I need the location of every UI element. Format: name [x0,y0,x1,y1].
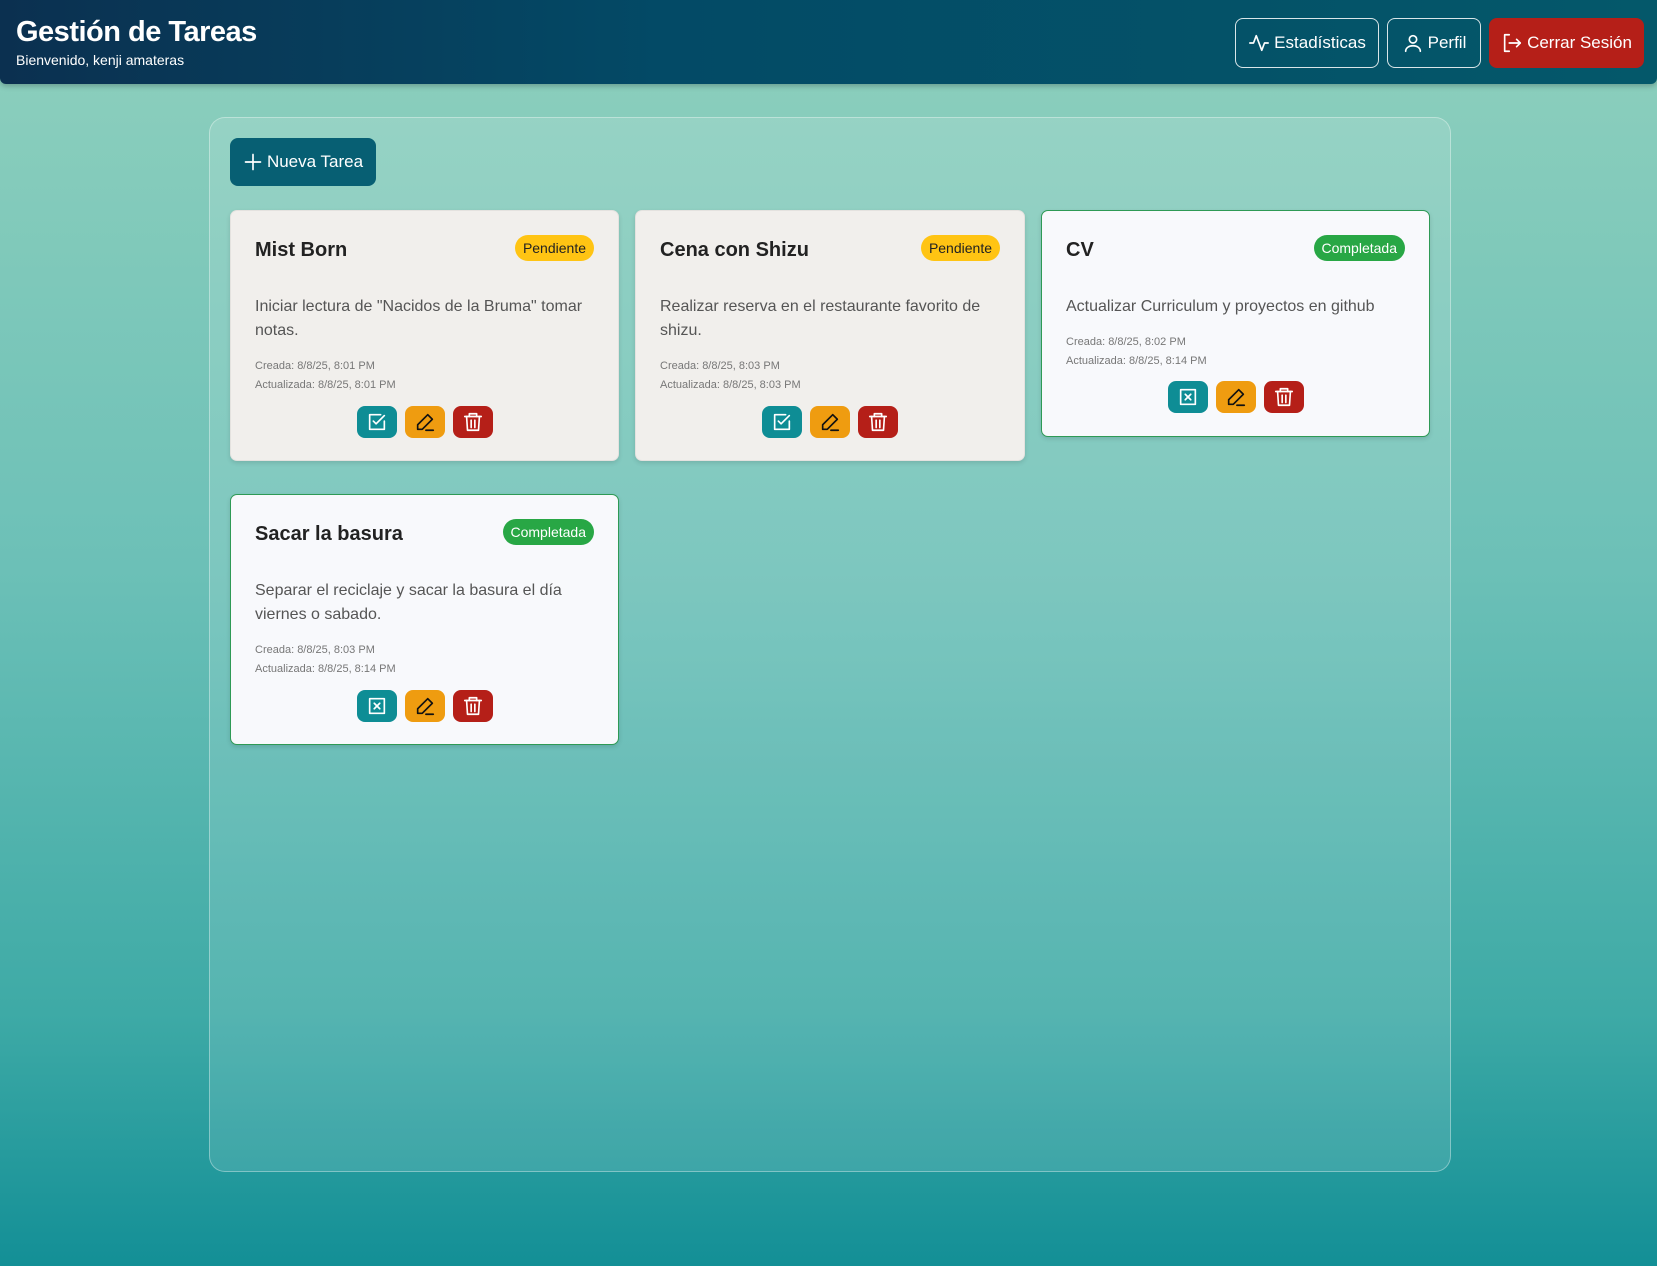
edit-task-button[interactable] [810,406,850,438]
activity-icon [1248,32,1270,54]
task-title: Sacar la basura [255,523,403,545]
status-badge: Completada [502,519,594,545]
task-title: Mist Born [255,239,348,261]
edit-task-button[interactable] [404,690,445,722]
status-badge: Pendiente [514,235,594,261]
delete-task-button[interactable] [1263,381,1304,413]
pencil-icon [1225,386,1247,408]
welcome-message: Bienvenido, kenji amateras [16,52,185,68]
task-card: Mist Born Pendiente Iniciar lectura de "… [230,210,619,461]
task-title: Cena con Shizu [660,239,809,261]
task-created-date: Creada: 8/8/25, 8:01 PM [255,360,375,372]
task-description: Separar el reciclaje y sacar la basura e… [255,582,562,623]
status-badge: Completada [1313,235,1405,261]
mark-pending-button[interactable] [356,690,397,722]
complete-task-button[interactable] [356,406,397,438]
task-actions [636,406,1024,438]
pencil-icon [819,411,841,433]
task-created-date: Creada: 8/8/25, 8:03 PM [255,644,375,656]
check-square-icon [366,411,388,433]
trash-icon [867,411,889,433]
trash-icon [462,695,484,717]
task-card: Sacar la basura Completada Separar el re… [230,494,619,745]
task-description: Actualizar Curriculum y proyectos en git… [1066,298,1375,315]
delete-task-button[interactable] [858,406,898,438]
logout-label: Cerrar Sesión [1527,33,1632,52]
task-updated-date: Actualizada: 8/8/25, 8:14 PM [1066,355,1207,367]
pencil-icon [414,411,436,433]
task-card: Cena con Shizu Pendiente Realizar reserv… [635,210,1025,461]
task-actions [1042,381,1429,413]
task-description: Realizar reserva en el restaurante favor… [660,298,981,339]
trash-icon [1273,386,1295,408]
complete-task-button[interactable] [762,406,802,438]
delete-task-button[interactable] [452,406,493,438]
task-updated-date: Actualizada: 8/8/25, 8:03 PM [660,379,801,391]
logout-icon [1501,32,1523,54]
task-card: CV Completada Actualizar Curriculum y pr… [1041,210,1430,437]
check-square-icon [771,411,793,433]
x-square-icon [366,695,388,717]
delete-task-button[interactable] [452,690,493,722]
trash-icon [462,411,484,433]
status-badge: Pendiente [920,235,1000,261]
new-task-label: Nueva Tarea [266,152,364,171]
profile-button[interactable]: Perfil [1387,18,1481,68]
user-icon [1402,32,1424,54]
task-updated-date: Actualizada: 8/8/25, 8:01 PM [255,379,396,391]
task-updated-date: Actualizada: 8/8/25, 8:14 PM [255,663,396,675]
plus-icon [243,152,263,172]
edit-task-button[interactable] [1215,381,1256,413]
task-created-date: Creada: 8/8/25, 8:02 PM [1066,336,1186,348]
logout-button[interactable]: Cerrar Sesión [1489,18,1644,68]
profile-label: Perfil [1427,33,1467,52]
mark-pending-button[interactable] [1167,381,1208,413]
new-task-button[interactable]: Nueva Tarea [230,138,376,186]
x-square-icon [1177,386,1199,408]
app-title: Gestión de Tareas [16,16,257,48]
task-description: Iniciar lectura de "Nacidos de la Bruma"… [255,298,583,339]
pencil-icon [414,695,436,717]
edit-task-button[interactable] [404,406,445,438]
task-actions [231,690,618,722]
statistics-label: Estadísticas [1274,33,1366,52]
task-actions [231,406,618,438]
task-created-date: Creada: 8/8/25, 8:03 PM [660,360,780,372]
app-header: Gestión de Tareas Bienvenido, kenji amat… [0,0,1657,84]
task-title: CV [1066,239,1094,261]
statistics-button[interactable]: Estadísticas [1235,18,1379,68]
